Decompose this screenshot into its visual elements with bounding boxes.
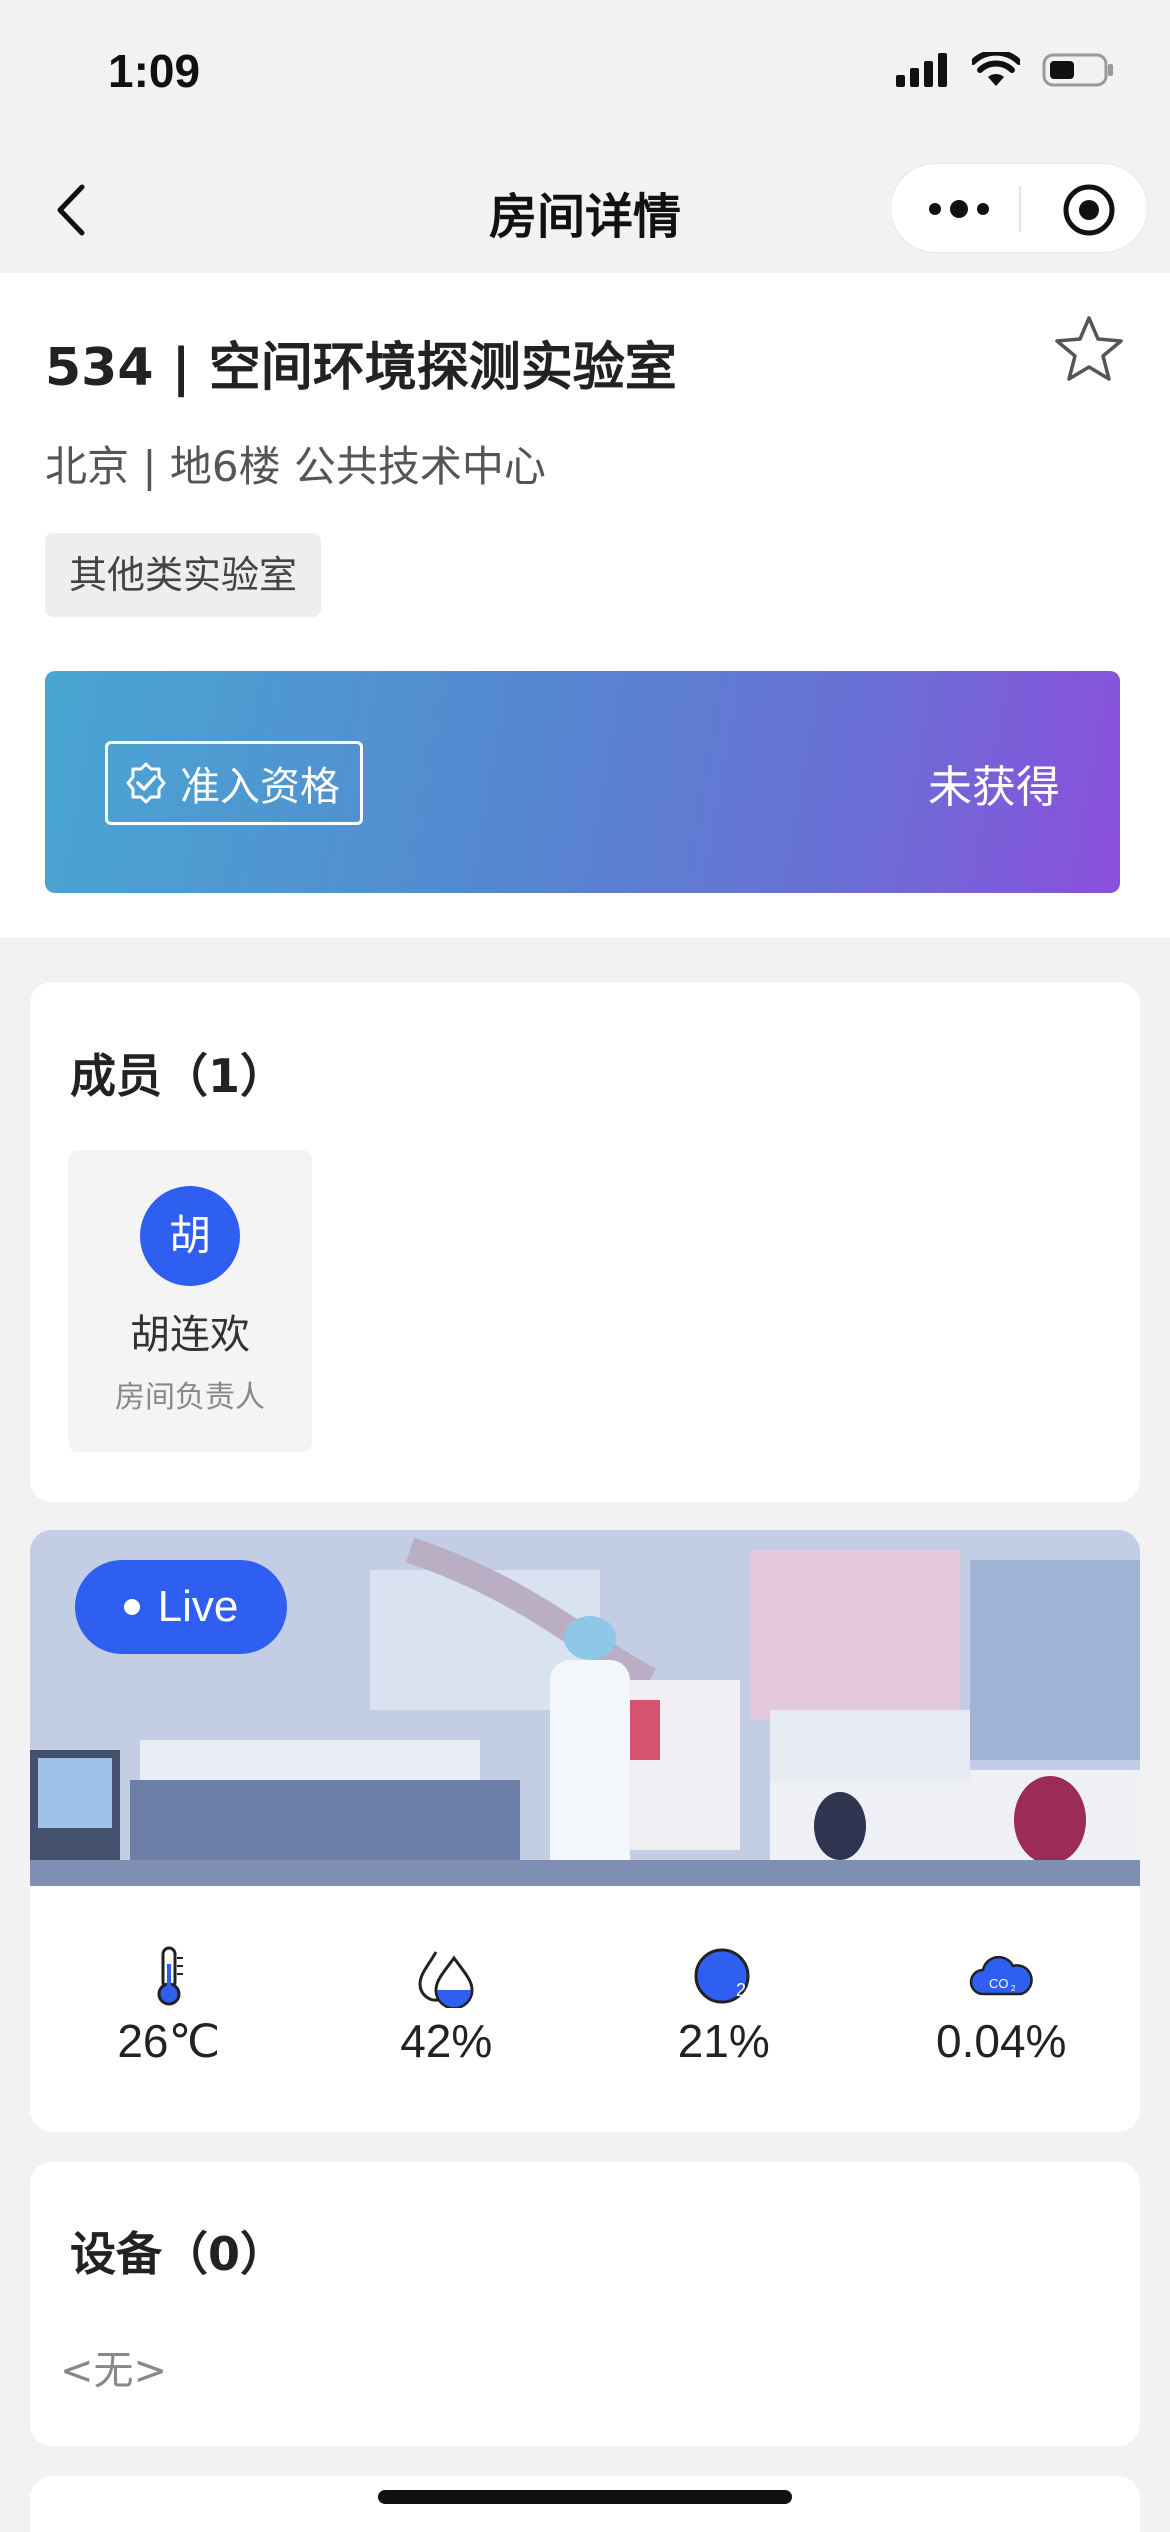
live-camera-view[interactable]: Live bbox=[30, 1530, 1140, 1886]
members-card: 成员（1） 胡 胡连欢 房间负责人 bbox=[30, 982, 1140, 1502]
live-badge: Live bbox=[75, 1560, 287, 1654]
metric-co2-value: 0.04% bbox=[936, 2015, 1067, 2067]
metric-temperature: 26℃ bbox=[30, 1886, 308, 2132]
mini-program-capsule bbox=[890, 163, 1148, 253]
metric-oxygen-value: 21% bbox=[677, 2015, 770, 2067]
close-mini-program-icon[interactable] bbox=[1061, 182, 1117, 238]
access-label: 准入资格 bbox=[180, 764, 340, 810]
favorite-star-icon[interactable] bbox=[1053, 313, 1125, 385]
svg-text:2: 2 bbox=[736, 1980, 746, 2000]
status-bar: 1:09 bbox=[0, 0, 1170, 145]
metric-humidity-value: 42% bbox=[400, 2015, 493, 2067]
oxygen-icon: 2 bbox=[694, 1948, 750, 2004]
home-indicator bbox=[378, 2490, 792, 2504]
shield-check-icon bbox=[126, 762, 166, 804]
metric-co2: CO 2 0.04% bbox=[863, 1886, 1141, 2132]
svg-text:CO: CO bbox=[989, 1976, 1009, 1991]
members-title: 成员（1） bbox=[70, 1049, 287, 1103]
battery-icon bbox=[1042, 53, 1113, 87]
status-icons bbox=[896, 52, 1114, 88]
avatar: 胡 bbox=[140, 1186, 240, 1286]
live-dot bbox=[123, 1599, 140, 1615]
co2-icon: CO 2 bbox=[970, 1955, 1034, 1996]
room-location: 北京 | 地6楼 公共技术中心 bbox=[45, 442, 546, 491]
svg-text:2: 2 bbox=[1011, 1984, 1016, 1993]
member-role: 房间负责人 bbox=[115, 1380, 265, 1415]
thermometer-icon bbox=[157, 1946, 183, 2006]
access-badge: 准入资格 bbox=[105, 741, 363, 825]
next-card bbox=[30, 2476, 1140, 2532]
environment-card: Live 26℃ 42% 2 21% CO 2 0.04% bbox=[30, 1530, 1140, 2132]
devices-card: 设备（0） <无> bbox=[30, 2162, 1140, 2446]
devices-empty-text: <无> bbox=[60, 2348, 168, 2394]
capsule-divider bbox=[1019, 186, 1021, 232]
room-title: 534 | 空间环境探测实验室 bbox=[45, 338, 677, 398]
more-icon[interactable] bbox=[919, 184, 999, 234]
metric-oxygen: 2 21% bbox=[585, 1886, 863, 2132]
environment-metrics: 26℃ 42% 2 21% CO 2 0.04% bbox=[30, 1886, 1140, 2132]
cellular-signal-icon bbox=[896, 53, 947, 87]
nav-bar: 房间详情 bbox=[0, 145, 1170, 273]
humidity-icon bbox=[418, 1951, 474, 2008]
devices-title: 设备（0） bbox=[70, 2227, 287, 2281]
live-label: Live bbox=[157, 1582, 239, 1631]
metric-temperature-value: 26℃ bbox=[117, 2015, 221, 2067]
member-tile[interactable]: 胡 胡连欢 房间负责人 bbox=[68, 1150, 312, 1452]
room-header: 534 | 空间环境探测实验室 北京 | 地6楼 公共技术中心 其他类实验室 准… bbox=[0, 273, 1170, 938]
access-banner[interactable]: 准入资格 未获得 bbox=[45, 671, 1120, 893]
wifi-icon bbox=[972, 52, 1020, 86]
member-name: 胡连欢 bbox=[130, 1312, 250, 1358]
room-category-tag: 其他类实验室 bbox=[45, 533, 322, 617]
status-time: 1:09 bbox=[108, 45, 201, 97]
metric-humidity: 42% bbox=[308, 1886, 586, 2132]
access-status: 未获得 bbox=[928, 762, 1060, 813]
